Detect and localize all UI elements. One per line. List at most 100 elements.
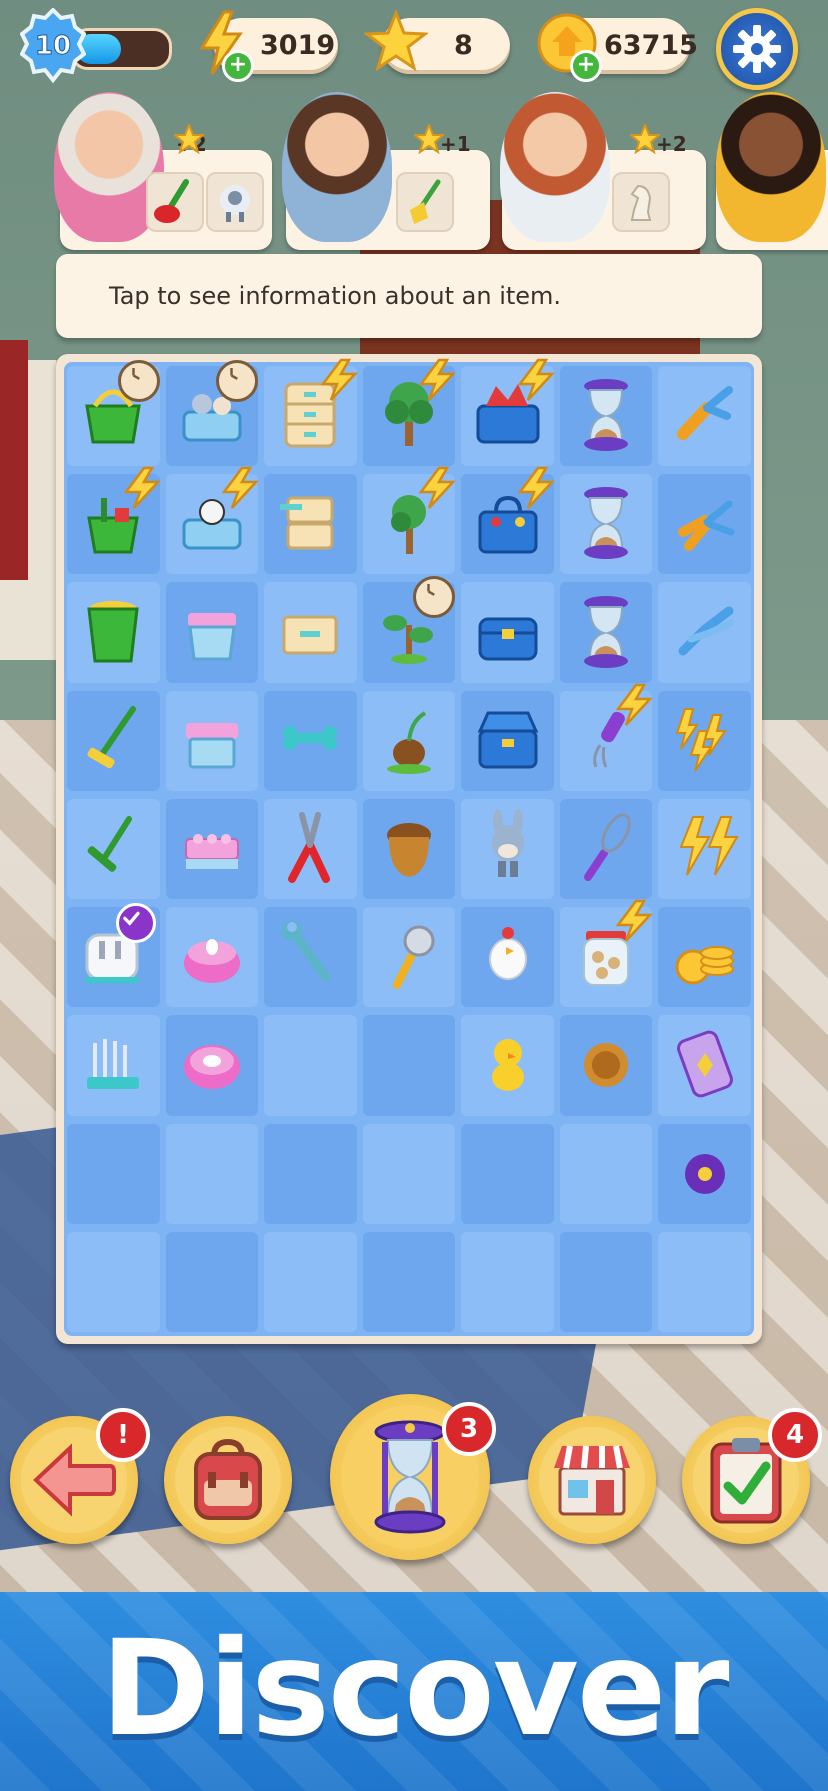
coin-stack-icon[interactable] xyxy=(669,917,741,997)
grid-cell[interactable] xyxy=(559,683,654,791)
grid-cell[interactable] xyxy=(461,582,554,683)
grid-cell[interactable] xyxy=(461,1231,554,1332)
plastic-bin-icon[interactable] xyxy=(176,593,248,673)
hourglass-icon[interactable] xyxy=(570,376,642,456)
grid-cell[interactable] xyxy=(559,798,653,900)
grid-cell[interactable] xyxy=(67,1015,160,1116)
grid-cell[interactable] xyxy=(362,690,456,791)
wire-cutter-icon[interactable] xyxy=(669,484,741,564)
grid-cell[interactable] xyxy=(264,1123,357,1224)
wrench-icon[interactable] xyxy=(274,917,346,997)
grid-cell[interactable] xyxy=(67,690,160,791)
grid-cell[interactable] xyxy=(461,1123,554,1224)
grid-cell[interactable] xyxy=(264,358,358,467)
grid-cell[interactable] xyxy=(67,903,160,1008)
grid-cell[interactable] xyxy=(165,582,259,683)
grid-cell[interactable] xyxy=(264,474,357,575)
grid-cell[interactable] xyxy=(165,360,259,467)
grid-cell[interactable] xyxy=(362,1231,456,1332)
grid-cell[interactable] xyxy=(461,690,554,791)
chicken-toy-icon[interactable] xyxy=(472,917,544,997)
shop-button[interactable] xyxy=(528,1416,656,1544)
grid-cell[interactable] xyxy=(461,358,555,467)
grid-cell[interactable] xyxy=(362,798,456,900)
pink-lego-icon[interactable] xyxy=(176,809,248,889)
grid-cell[interactable] xyxy=(67,1231,160,1332)
sprout-seed-icon[interactable] xyxy=(373,701,445,781)
dish-rack-icon[interactable] xyxy=(77,1025,149,1105)
grid-cell[interactable] xyxy=(461,466,555,575)
grid-cell[interactable] xyxy=(658,582,751,683)
grid-cell[interactable] xyxy=(559,1123,653,1224)
grid-cell[interactable] xyxy=(165,466,259,575)
grid-cell[interactable] xyxy=(67,1123,160,1224)
grid-cell[interactable] xyxy=(362,1123,456,1224)
grid-cell[interactable] xyxy=(165,1123,259,1224)
green-bucket-icon[interactable] xyxy=(77,593,149,673)
grid-cell[interactable] xyxy=(264,907,357,1008)
back-button[interactable]: ! xyxy=(10,1408,150,1544)
grid-cell[interactable] xyxy=(658,690,751,791)
whisk-icon[interactable] xyxy=(570,809,642,889)
pliers-icon[interactable] xyxy=(669,376,741,456)
grid-cell[interactable] xyxy=(165,907,259,1008)
grid-cell[interactable] xyxy=(658,798,751,900)
bag-button[interactable] xyxy=(164,1416,292,1544)
grid-cell[interactable] xyxy=(67,360,160,467)
chick-toy-icon[interactable] xyxy=(472,1025,544,1105)
grid-cell[interactable] xyxy=(362,907,456,1008)
settings-button[interactable] xyxy=(716,8,798,90)
triple-bolt-icon[interactable] xyxy=(669,701,741,781)
hourglass-icon[interactable] xyxy=(570,484,642,564)
cookie-icon[interactable] xyxy=(570,1025,642,1105)
grid-cell[interactable] xyxy=(67,798,160,900)
red-pliers-icon[interactable] xyxy=(274,809,346,889)
toolbox-closed-icon[interactable] xyxy=(472,593,544,673)
grid-cell[interactable] xyxy=(658,1231,751,1332)
bone-handle-icon[interactable] xyxy=(274,701,346,781)
purple-orb-icon[interactable] xyxy=(669,1134,741,1214)
grid-cell[interactable] xyxy=(165,1231,259,1332)
purple-capsule-icon[interactable] xyxy=(669,1025,741,1105)
pizza-cutter-icon[interactable] xyxy=(373,917,445,997)
grid-cell[interactable] xyxy=(165,690,259,791)
grid-cell[interactable] xyxy=(362,576,456,683)
pink-ring-icon[interactable] xyxy=(176,1025,248,1105)
grid-cell[interactable] xyxy=(264,582,357,683)
grid-cell[interactable] xyxy=(264,1231,357,1332)
drawer-icon[interactable] xyxy=(274,593,346,673)
grid-cell[interactable] xyxy=(559,582,653,683)
storage-box-icon[interactable] xyxy=(176,701,248,781)
grid-cell[interactable] xyxy=(658,474,751,575)
grid-cell[interactable] xyxy=(362,466,457,575)
grid-cell[interactable] xyxy=(264,798,357,900)
grid-cell[interactable] xyxy=(461,1015,554,1116)
drawers-icon[interactable] xyxy=(274,484,346,564)
grid-cell[interactable] xyxy=(165,1015,259,1116)
grid-cell[interactable] xyxy=(658,1123,751,1224)
grid-cell[interactable] xyxy=(461,907,554,1008)
grid-cell[interactable] xyxy=(264,690,357,791)
grid-cell[interactable] xyxy=(362,1015,456,1116)
grid-cell[interactable] xyxy=(559,1015,653,1116)
toolbox-blue-icon[interactable] xyxy=(472,701,544,781)
level-badge-icon[interactable]: 10 xyxy=(20,8,86,84)
add-energy-button[interactable]: + xyxy=(222,50,254,82)
grid-cell[interactable] xyxy=(559,1231,653,1332)
grid-cell[interactable] xyxy=(165,798,259,900)
hourglass-icon[interactable] xyxy=(570,593,642,673)
grid-cell[interactable] xyxy=(559,366,653,467)
double-bolt-icon[interactable] xyxy=(669,809,741,889)
grid-cell[interactable] xyxy=(67,466,161,575)
grid-cell[interactable] xyxy=(559,899,654,1008)
tasks-button[interactable]: 4 xyxy=(682,1408,822,1544)
grid-cell[interactable] xyxy=(362,358,457,467)
pink-candle-icon[interactable] xyxy=(176,917,248,997)
donkey-toy-icon[interactable] xyxy=(472,808,544,889)
acorn-icon[interactable] xyxy=(373,809,445,889)
squeegee-icon[interactable] xyxy=(77,809,149,889)
mop-icon[interactable] xyxy=(77,701,149,781)
grid-cell[interactable] xyxy=(264,1015,357,1116)
pliers-blue-icon[interactable] xyxy=(669,593,741,673)
grid-cell[interactable] xyxy=(461,798,554,900)
